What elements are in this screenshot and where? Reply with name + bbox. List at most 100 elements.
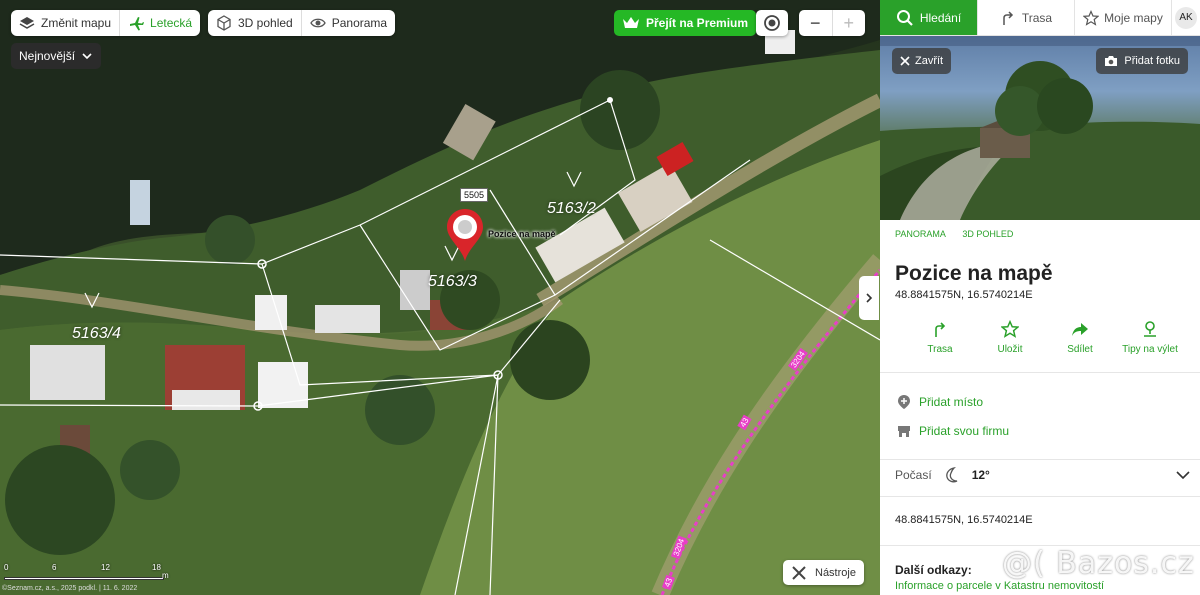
panorama-button[interactable]: Panorama — [300, 10, 395, 36]
tab-search[interactable]: Hledání — [880, 0, 977, 35]
star-icon — [1083, 9, 1100, 26]
chevron-down-icon — [82, 53, 92, 60]
3d-view-link[interactable]: 3D POHLED — [962, 229, 1013, 239]
3d-view-button[interactable]: 3D pohled — [208, 10, 301, 36]
tools-label: Nástroje — [815, 566, 856, 579]
premium-button[interactable]: Přejít na Premium — [614, 10, 757, 36]
parcel-label-5163-4[interactable]: 5163/4 — [72, 325, 121, 343]
scale-tick: 12 — [101, 563, 110, 572]
sort-dropdown[interactable]: Nejnovější — [11, 43, 102, 69]
weather-label: Počasí — [895, 468, 932, 482]
search-icon — [896, 9, 913, 26]
close-photo-button[interactable]: Zavřít — [892, 48, 952, 74]
watermark: @( Bazos.cz — [1002, 546, 1195, 581]
place-actions: Trasa Uložit Sdílet Tipy na výlet — [910, 320, 1180, 355]
close-label: Zavřít — [915, 55, 944, 67]
aerial-map-label: Letecká — [150, 16, 193, 30]
share-action-button[interactable]: Sdílet — [1050, 320, 1110, 355]
tools-button[interactable]: Nástroje — [783, 560, 864, 585]
sort-label: Nejnovější — [19, 49, 76, 63]
map-pin-icon[interactable] — [445, 207, 485, 263]
tab-my-maps-label: Moje mapy — [1104, 10, 1163, 25]
share-icon — [1072, 323, 1088, 336]
tab-route[interactable]: Trasa — [977, 0, 1074, 35]
coordinates-secondary: 48.8841575N, 16.5740214E — [895, 514, 1033, 526]
route-icon — [935, 322, 946, 337]
divider — [880, 372, 1200, 373]
add-photo-button[interactable]: Přidat fotku — [1096, 48, 1188, 74]
crown-icon — [623, 17, 639, 28]
add-place-label: Přidat místo — [919, 395, 984, 409]
more-links-title: Další odkazy: — [895, 563, 972, 577]
camera-icon — [1105, 56, 1118, 66]
weather-row[interactable]: Počasí 12° — [895, 466, 1190, 484]
star-icon — [1001, 320, 1019, 338]
zoom-in-button[interactable]: + — [831, 10, 866, 36]
panel-quick-links: PANORAMA 3D POHLED — [895, 229, 1027, 239]
trip-tips-action-label: Tipy na výlet — [1122, 344, 1178, 355]
view-mode-toolbar: 3D pohled Panorama — [208, 10, 396, 36]
cadastre-link[interactable]: Informace o parcele v Katastru nemovitos… — [895, 580, 1104, 592]
zoom-out-button[interactable]: − — [799, 10, 832, 36]
tab-search-label: Hledání — [919, 10, 962, 25]
zoom-control: − + — [799, 10, 865, 36]
panorama-link[interactable]: PANORAMA — [895, 229, 946, 239]
tab-my-maps[interactable]: Moje mapy — [1074, 0, 1171, 35]
scale-unit: m — [162, 571, 169, 580]
map-canvas[interactable]: Změnit mapu Letecká 3D pohled Panorama N… — [0, 0, 880, 595]
share-action-label: Sdílet — [1067, 344, 1093, 355]
close-icon — [900, 56, 910, 66]
scale-tick: 0 — [4, 563, 9, 572]
locate-me-button[interactable] — [756, 10, 788, 36]
divider — [880, 496, 1200, 497]
add-place-link[interactable]: Přidat místo — [897, 394, 983, 410]
tab-route-label: Trasa — [1021, 10, 1053, 25]
moon-icon — [945, 466, 957, 483]
cube-icon — [217, 15, 231, 31]
route-action-button[interactable]: Trasa — [910, 320, 970, 355]
add-place-icon — [898, 395, 910, 409]
tools-icon — [792, 565, 806, 580]
panorama-photo[interactable]: Zavřít Přidat fotku — [880, 36, 1200, 220]
add-photo-label: Přidat fotku — [1124, 55, 1180, 67]
change-map-label: Změnit mapu — [41, 16, 112, 30]
save-action-label: Uložit — [997, 344, 1023, 355]
panel-toggle-button[interactable] — [859, 276, 879, 320]
eye-icon — [309, 18, 326, 28]
panel-tabs: Hledání Trasa Moje mapy AK — [880, 0, 1200, 36]
parcel-label-5163-2[interactable]: 5163/2 — [547, 200, 596, 218]
weather-temperature: 12° — [971, 468, 990, 482]
save-action-button[interactable]: Uložit — [980, 320, 1040, 355]
premium-label: Přejít na Premium — [646, 16, 749, 30]
pin-label: Pozice na mapě — [488, 229, 556, 239]
divider — [880, 459, 1200, 460]
parcel-tag: 5505 — [460, 188, 489, 202]
chevron-right-icon — [866, 293, 873, 303]
aerial-map-button[interactable]: Letecká — [119, 10, 200, 36]
user-menu[interactable]: AK — [1171, 0, 1200, 35]
3d-view-label: 3D pohled — [238, 16, 293, 30]
place-coordinates: 48.8841575N, 16.5740214E — [895, 289, 1033, 301]
target-icon — [764, 15, 780, 31]
parcel-label-5163-3[interactable]: 5163/3 — [428, 273, 477, 291]
trip-tips-action-button[interactable]: Tipy na výlet — [1120, 320, 1180, 355]
route-icon — [1003, 10, 1013, 25]
avatar: AK — [1175, 6, 1197, 29]
chevron-down-icon — [1176, 471, 1190, 480]
airplane-icon — [130, 17, 145, 31]
layers-icon — [19, 17, 35, 29]
map-copyright: ©Seznam.cz, a.s., 2025 podkl. | 11. 6. 2… — [2, 585, 138, 592]
add-company-link[interactable]: Přidat svou firmu — [897, 424, 1009, 438]
add-company-label: Přidat svou firmu — [919, 424, 1010, 438]
route-action-label: Trasa — [927, 344, 953, 355]
map-scale: 0 6 12 18 m — [4, 563, 174, 580]
scale-tick: 18 — [152, 563, 161, 572]
location-icon — [1144, 321, 1156, 337]
place-title: Pozice na mapě — [895, 262, 1053, 285]
aerial-imagery — [0, 0, 880, 595]
change-map-button[interactable]: Změnit mapu — [11, 10, 119, 36]
scale-tick: 6 — [52, 563, 57, 572]
shop-icon — [898, 426, 910, 437]
panorama-label: Panorama — [331, 16, 388, 30]
map-type-toolbar: Změnit mapu Letecká — [11, 10, 201, 36]
